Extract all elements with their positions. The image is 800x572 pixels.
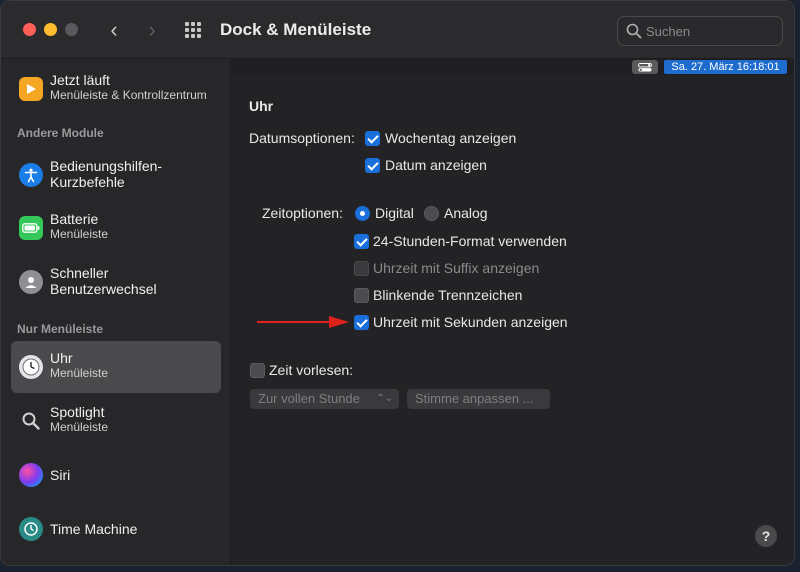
red-arrow-annotation [257, 316, 349, 328]
sidebar-item-title: Time Machine [50, 521, 138, 537]
section-header-other-modules: Andere Module [17, 126, 104, 140]
customize-voice-button: Stimme anpassen ... [407, 389, 550, 409]
minimize-window-button[interactable] [44, 23, 57, 36]
sidebar-item-clock[interactable]: Uhr Menüleiste [11, 341, 221, 393]
search-field[interactable] [617, 16, 783, 46]
sidebar-item-subtitle: Menüleiste & Kontrollzentrum [50, 88, 207, 102]
sidebar-item-accessibility-shortcuts[interactable]: Bedienungshilfen- Kurzbefehle [11, 149, 221, 201]
show-seconds-label[interactable]: Uhrzeit mit Sekunden anzeigen [373, 314, 568, 330]
sidebar-item-fast-user-switching[interactable]: Schneller Benutzerwechsel [11, 256, 221, 308]
title-bar: ‹ › Dock & Menüleiste [1, 1, 794, 59]
announce-interval-value: Zur vollen Stunde [258, 391, 360, 406]
magnifier-icon [19, 409, 43, 433]
sidebar-item-subtitle: Menüleiste [50, 420, 109, 434]
system-preferences-window: ‹ › Dock & Menüleiste Jetzt läuft Menüle… [0, 0, 795, 566]
sidebar-item-subtitle: Menüleiste [50, 366, 109, 380]
clock-icon [19, 355, 43, 379]
chevron-updown-icon: ⌃⌄ [376, 393, 393, 404]
sidebar: Jetzt läuft Menüleiste & Kontrollzentrum… [1, 59, 231, 565]
customize-voice-label: Stimme anpassen ... [415, 391, 534, 406]
clock-settings-pane: Sa. 27. März 16:18:01 Uhr Datumsoptionen… [232, 59, 794, 565]
analog-label[interactable]: Analog [444, 205, 488, 221]
show-seconds-checkbox[interactable] [354, 315, 369, 330]
use-24h-checkbox[interactable] [354, 234, 369, 249]
flash-separators-checkbox[interactable] [354, 288, 369, 303]
use-24h-label[interactable]: 24-Stunden-Format verwenden [373, 233, 567, 249]
help-button[interactable]: ? [755, 525, 777, 547]
show-weekday-checkbox[interactable] [365, 131, 380, 146]
close-window-button[interactable] [23, 23, 36, 36]
forward-button[interactable]: › [141, 17, 163, 43]
sidebar-item-subtitle: Benutzerwechsel [50, 281, 157, 297]
sidebar-item-title: Batterie [50, 211, 99, 227]
search-input[interactable] [646, 21, 776, 41]
sidebar-item-title: Bedienungshilfen- [50, 158, 163, 174]
back-button[interactable]: ‹ [103, 17, 125, 43]
time-options-label: Zeitoptionen: [262, 205, 343, 221]
show-suffix-label: Uhrzeit mit Suffix anzeigen [373, 260, 540, 276]
sidebar-item-title: Jetzt läuft [50, 72, 110, 88]
sidebar-item-subtitle: Menüleiste [50, 227, 109, 241]
menubar-clock-preview: Sa. 27. März 16:18:01 [664, 60, 787, 74]
sidebar-item-time-machine[interactable]: Time Machine [11, 503, 221, 555]
section-title: Uhr [249, 98, 274, 114]
play-icon [19, 77, 43, 101]
sidebar-item-title: Spotlight [50, 404, 105, 420]
menubar-preview: Sa. 27. März 16:18:01 [232, 59, 794, 75]
user-switch-icon [19, 270, 43, 294]
show-weekday-label[interactable]: Wochentag anzeigen [385, 130, 516, 146]
analog-radio[interactable] [424, 206, 439, 221]
sidebar-item-spotlight[interactable]: Spotlight Menüleiste [11, 395, 221, 447]
show-date-label[interactable]: Datum anzeigen [385, 157, 487, 173]
announce-interval-popup: Zur vollen Stunde ⌃⌄ [250, 389, 399, 409]
zoom-window-button[interactable] [65, 23, 78, 36]
digital-label[interactable]: Digital [375, 205, 414, 221]
section-header-menubar-only: Nur Menüleiste [17, 322, 104, 336]
flash-separators-label[interactable]: Blinkende Trennzeichen [373, 287, 522, 303]
sidebar-item-siri[interactable]: Siri [11, 449, 221, 501]
announce-time-label[interactable]: Zeit vorlesen: [269, 362, 353, 378]
show-all-grid-icon[interactable] [185, 22, 203, 38]
date-options-label: Datumsoptionen: [249, 130, 355, 146]
battery-icon [19, 216, 43, 240]
window-title: Dock & Menüleiste [220, 20, 372, 39]
sidebar-item-subtitle: Kurzbefehle [50, 174, 125, 190]
search-icon [626, 23, 642, 39]
sidebar-item-battery[interactable]: Batterie Menüleiste [11, 202, 221, 254]
control-center-icon [632, 60, 658, 74]
digital-radio[interactable] [355, 206, 370, 221]
time-machine-icon [19, 517, 43, 541]
show-suffix-checkbox [354, 261, 369, 276]
announce-time-checkbox[interactable] [250, 363, 265, 378]
accessibility-icon [19, 163, 43, 187]
sidebar-item-title: Siri [50, 467, 71, 483]
sidebar-item-title: Uhr [50, 350, 73, 366]
sidebar-item-now-playing[interactable]: Jetzt läuft Menüleiste & Kontrollzentrum [11, 63, 221, 115]
sidebar-item-title: Schneller [50, 265, 109, 281]
siri-icon [19, 463, 43, 487]
show-date-checkbox[interactable] [365, 158, 380, 173]
